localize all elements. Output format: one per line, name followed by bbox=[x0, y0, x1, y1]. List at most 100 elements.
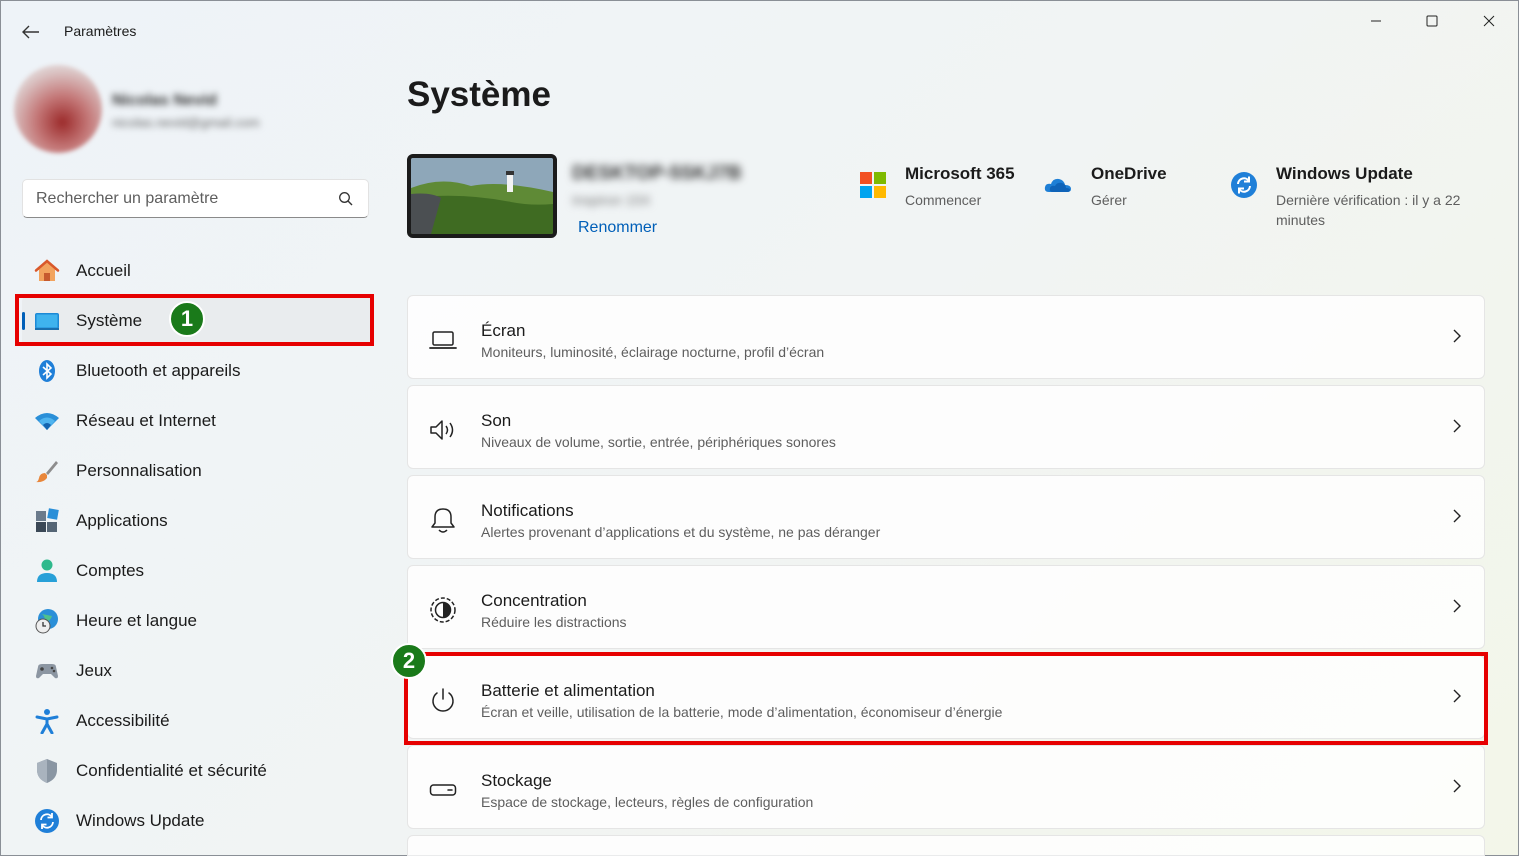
device-wallpaper-thumbnail bbox=[407, 154, 557, 238]
chevron-right-icon bbox=[1453, 599, 1461, 613]
home-icon bbox=[34, 258, 60, 284]
sidebar-nav: Accueil Système Bluetooth et appareils R… bbox=[22, 246, 372, 846]
update-icon bbox=[34, 808, 60, 834]
accessibility-icon bbox=[34, 708, 60, 734]
chevron-right-icon bbox=[1453, 779, 1461, 793]
speaker-icon bbox=[428, 415, 458, 445]
close-icon bbox=[1483, 15, 1495, 27]
chevron-right-icon bbox=[1453, 689, 1461, 703]
power-icon bbox=[428, 685, 458, 715]
shield-icon bbox=[34, 758, 60, 784]
quick-link-title: Microsoft 365 bbox=[905, 164, 1015, 183]
card-title: Notifications bbox=[481, 501, 574, 520]
sidebar-item-windows-update[interactable]: Windows Update bbox=[22, 796, 372, 846]
settings-card-batterie[interactable]: Batterie et alimentation Écran et veille… bbox=[407, 655, 1485, 739]
chevron-right-icon bbox=[1453, 329, 1461, 343]
wifi-icon bbox=[34, 408, 60, 434]
storage-icon bbox=[428, 775, 458, 805]
onedrive-cloud-icon bbox=[1044, 178, 1071, 192]
card-title: Son bbox=[481, 411, 512, 430]
chevron-right-icon bbox=[1453, 509, 1461, 523]
sidebar-item-accessibilite[interactable]: Accessibilité bbox=[22, 696, 372, 746]
search-input[interactable]: Rechercher un paramètre bbox=[22, 179, 369, 218]
sidebar-item-label: Applications bbox=[76, 511, 168, 530]
card-title: Écran bbox=[481, 321, 526, 340]
card-subtitle: Alertes provenant d’applications et du s… bbox=[481, 524, 881, 540]
settings-card-partial[interactable] bbox=[407, 835, 1485, 856]
chevron-right-icon bbox=[1453, 419, 1461, 433]
card-subtitle: Réduire les distractions bbox=[481, 614, 627, 630]
sidebar-item-applications[interactable]: Applications bbox=[22, 496, 372, 546]
settings-card-notifications[interactable]: Notifications Alertes provenant d’applic… bbox=[407, 475, 1485, 559]
sidebar-item-label: Windows Update bbox=[76, 811, 205, 830]
title-bar: Paramètres bbox=[0, 0, 1519, 62]
sidebar-item-heure-langue[interactable]: Heure et langue bbox=[22, 596, 372, 646]
bluetooth-icon bbox=[34, 358, 60, 384]
sidebar-item-personnalisation[interactable]: Personnalisation bbox=[22, 446, 372, 496]
settings-list: Écran Moniteurs, luminosité, éclairage n… bbox=[407, 295, 1485, 856]
user-profile[interactable]: Nicolas Nevid nicolas.nevid@gmail.com bbox=[14, 65, 354, 155]
quick-link-windows-update[interactable]: Windows Update Dernière vérification : i… bbox=[1229, 162, 1489, 232]
rename-link[interactable]: Renommer bbox=[578, 219, 657, 237]
card-title: Stockage bbox=[481, 771, 552, 790]
minimize-icon bbox=[1371, 20, 1381, 22]
quick-link-subtitle: Gérer bbox=[1091, 192, 1127, 208]
sidebar-item-label: Système bbox=[76, 311, 143, 330]
bell-icon bbox=[428, 505, 458, 535]
card-subtitle: Espace de stockage, lecteurs, règles de … bbox=[481, 794, 814, 810]
gamepad-icon bbox=[34, 658, 60, 684]
sidebar-item-reseau[interactable]: Réseau et Internet bbox=[22, 396, 372, 446]
apps-icon bbox=[34, 508, 60, 534]
sidebar-item-bluetooth[interactable]: Bluetooth et appareils bbox=[22, 346, 372, 396]
sidebar-item-label: Personnalisation bbox=[76, 461, 202, 480]
device-model: Inspiron 15X bbox=[572, 192, 651, 208]
card-subtitle: Moniteurs, luminosité, éclairage nocturn… bbox=[481, 344, 825, 360]
sidebar-item-label: Bluetooth et appareils bbox=[76, 361, 241, 380]
sidebar-item-label: Accueil bbox=[76, 261, 131, 280]
settings-card-son[interactable]: Son Niveaux de volume, sortie, entrée, p… bbox=[407, 385, 1485, 469]
back-button[interactable] bbox=[14, 18, 48, 46]
step-badge-1: 1 bbox=[169, 301, 205, 337]
close-button[interactable] bbox=[1466, 6, 1512, 36]
sidebar-item-label: Réseau et Internet bbox=[76, 411, 216, 430]
quick-link-microsoft365[interactable]: Microsoft 365 Commencer bbox=[858, 162, 1028, 222]
sidebar-item-jeux[interactable]: Jeux bbox=[22, 646, 372, 696]
page-title: Système bbox=[407, 75, 551, 114]
settings-card-ecran[interactable]: Écran Moniteurs, luminosité, éclairage n… bbox=[407, 295, 1485, 379]
window-title: Paramètres bbox=[64, 23, 137, 39]
display-icon bbox=[34, 308, 60, 334]
sidebar-item-confidentialite[interactable]: Confidentialité et sécurité bbox=[22, 746, 372, 796]
brush-icon bbox=[34, 458, 60, 484]
back-arrow-icon bbox=[22, 25, 39, 39]
laptop-icon bbox=[428, 325, 458, 355]
quick-link-onedrive[interactable]: OneDrive Gérer bbox=[1043, 162, 1203, 222]
windows-update-icon bbox=[1231, 172, 1257, 198]
minimize-button[interactable] bbox=[1353, 6, 1399, 36]
card-subtitle: Niveaux de volume, sortie, entrée, périp… bbox=[481, 434, 836, 450]
microsoft-logo-icon bbox=[860, 172, 886, 198]
sidebar-item-label: Confidentialité et sécurité bbox=[76, 761, 267, 780]
settings-card-concentration[interactable]: Concentration Réduire les distractions bbox=[407, 565, 1485, 649]
card-title: Concentration bbox=[481, 591, 587, 610]
step-badge-2: 2 bbox=[391, 643, 427, 679]
person-icon bbox=[34, 558, 60, 584]
sidebar-item-label: Heure et langue bbox=[76, 611, 197, 630]
search-placeholder: Rechercher un paramètre bbox=[36, 190, 219, 207]
focus-icon bbox=[428, 595, 458, 625]
sidebar-item-label: Comptes bbox=[76, 561, 145, 580]
quick-link-subtitle: Commencer bbox=[905, 192, 982, 208]
maximize-icon bbox=[1426, 15, 1438, 27]
card-subtitle: Écran et veille, utilisation de la batte… bbox=[481, 704, 1003, 720]
avatar bbox=[14, 65, 102, 153]
quick-link-title: OneDrive bbox=[1091, 164, 1167, 183]
search-icon bbox=[339, 192, 353, 206]
sidebar-item-label: Accessibilité bbox=[76, 711, 170, 730]
quick-link-subtitle: Dernière vérification : il y a 22 minute… bbox=[1276, 192, 1461, 228]
maximize-button[interactable] bbox=[1409, 6, 1455, 36]
profile-email: nicolas.nevid@gmail.com bbox=[112, 115, 260, 130]
clock-globe-icon bbox=[34, 608, 60, 634]
device-name: DESKTOP-5SKJ7B bbox=[572, 163, 742, 184]
sidebar-item-comptes[interactable]: Comptes bbox=[22, 546, 372, 596]
sidebar-item-accueil[interactable]: Accueil bbox=[22, 246, 372, 296]
settings-card-stockage[interactable]: Stockage Espace de stockage, lecteurs, r… bbox=[407, 745, 1485, 829]
